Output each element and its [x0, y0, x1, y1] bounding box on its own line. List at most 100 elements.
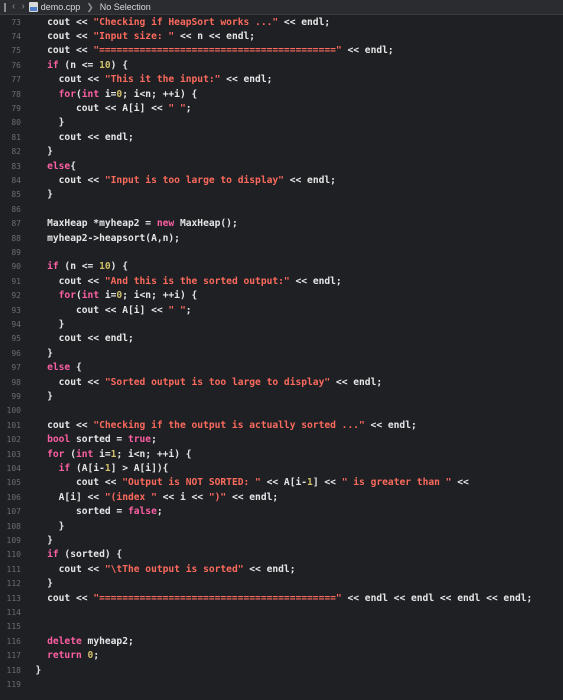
code-line[interactable]: 96 } [0, 346, 563, 360]
code-line[interactable]: 81 cout << endl; [0, 130, 563, 144]
code-text[interactable]: if (sorted) { [24, 549, 122, 560]
code-text[interactable]: cout << "This it the input:" << endl; [24, 74, 273, 85]
breadcrumb[interactable]: demo.cpp ❯ No Selection [28, 2, 151, 13]
code-line[interactable]: 98 cout << "Sorted output is too large t… [0, 375, 563, 389]
code-text[interactable]: cout << "Output is NOT SORTED: " << A[i-… [24, 477, 469, 488]
code-line[interactable]: 97 else { [0, 361, 563, 375]
code-line[interactable]: 88 myheap2->heapsort(A,n); [0, 231, 563, 245]
code-text[interactable]: cout << "Sorted output is too large to d… [24, 377, 382, 388]
related-items-icon[interactable] [4, 2, 6, 12]
code-line[interactable]: 105 cout << "Output is NOT SORTED: " << … [0, 476, 563, 490]
code-line[interactable]: 75 cout << "============================… [0, 44, 563, 58]
code-line[interactable]: 92 for(int i=0; i<n; ++i) { [0, 289, 563, 303]
code-line[interactable]: 79 cout << A[i] << " "; [0, 101, 563, 115]
code-line[interactable]: 82 } [0, 145, 563, 159]
code-line[interactable]: 85 } [0, 188, 563, 202]
code-text[interactable]: A[i] << "(index " << i << ")" << endl; [24, 492, 279, 503]
code-line[interactable]: 119 [0, 677, 563, 691]
code-line[interactable]: 118 } [0, 663, 563, 677]
code-line[interactable]: 89 [0, 245, 563, 259]
code-text[interactable]: sorted = false; [24, 506, 163, 517]
code-text[interactable]: for(int i=0; i<n; ++i) { [24, 89, 198, 100]
code-text[interactable]: cout << endl; [24, 333, 134, 344]
code-text[interactable]: cout << "===============================… [24, 593, 532, 604]
code-line[interactable]: 73 cout << "Checking if HeapSort works .… [0, 15, 563, 29]
code-line[interactable]: 110 if (sorted) { [0, 548, 563, 562]
line-number: 92 [11, 291, 21, 301]
code-editor[interactable]: 73 cout << "Checking if HeapSort works .… [0, 15, 563, 700]
code-text[interactable]: cout << "\tThe output is sorted" << endl… [24, 564, 296, 575]
code-text[interactable]: cout << "Input size: " << n << endl; [24, 31, 255, 42]
code-line[interactable]: 84 cout << "Input is too large to displa… [0, 173, 563, 187]
back-chevron-icon[interactable]: ‹ [12, 2, 15, 12]
code-line[interactable]: 86 [0, 202, 563, 216]
code-text[interactable]: MaxHeap *myheap2 = new MaxHeap(); [24, 218, 238, 229]
code-line[interactable]: 80 } [0, 116, 563, 130]
code-line[interactable]: 74 cout << "Input size: " << n << endl; [0, 29, 563, 43]
breadcrumb-filename[interactable]: demo.cpp [41, 2, 81, 12]
code-line[interactable]: 93 cout << A[i] << " "; [0, 303, 563, 317]
code-text[interactable]: } [24, 665, 42, 676]
code-line[interactable]: 114 [0, 605, 563, 619]
code-text[interactable]: for (int i=1; i<n; ++i) { [24, 449, 191, 460]
code-line[interactable]: 100 [0, 404, 563, 418]
code-line[interactable]: 107 sorted = false; [0, 505, 563, 519]
code-text[interactable]: else{ [24, 161, 76, 172]
code-text[interactable]: } [24, 319, 65, 330]
code-text[interactable]: else { [24, 362, 82, 373]
code-text[interactable]: cout << "Input is too large to display" … [24, 175, 336, 186]
code-text[interactable]: cout << A[i] << " "; [24, 103, 192, 114]
code-text[interactable]: } [24, 535, 53, 546]
code-token: "And this is the sorted output:" [104, 275, 290, 287]
code-text[interactable]: cout << "Checking if the output is actua… [24, 420, 417, 431]
code-line[interactable]: 116 delete myheap2; [0, 634, 563, 648]
code-line[interactable]: 111 cout << "\tThe output is sorted" << … [0, 562, 563, 576]
code-text[interactable]: } [24, 521, 65, 532]
code-line[interactable]: 90 if (n <= 10) { [0, 260, 563, 274]
code-line[interactable]: 103 for (int i=1; i<n; ++i) { [0, 447, 563, 461]
code-line[interactable]: 95 cout << endl; [0, 332, 563, 346]
code-text[interactable]: cout << "Checking if HeapSort works ..."… [24, 17, 330, 28]
code-text[interactable]: myheap2->heapsort(A,n); [24, 233, 180, 244]
code-line[interactable]: 106 A[i] << "(index " << i << ")" << end… [0, 490, 563, 504]
code-line[interactable]: 117 return 0; [0, 649, 563, 663]
code-line[interactable]: 99 } [0, 389, 563, 403]
code-line[interactable]: 104 if (A[i-1] > A[i]){ [0, 461, 563, 475]
code-line[interactable]: 115 [0, 620, 563, 634]
code-line[interactable]: 102 bool sorted = true; [0, 433, 563, 447]
code-text[interactable]: if (n <= 10) { [24, 60, 128, 71]
breadcrumb-selection[interactable]: No Selection [100, 2, 151, 12]
code-text[interactable]: for(int i=0; i<n; ++i) { [24, 290, 198, 301]
code-line[interactable]: 101 cout << "Checking if the output is a… [0, 418, 563, 432]
code-text[interactable]: bool sorted = true; [24, 434, 157, 445]
code-text[interactable]: } [24, 348, 53, 359]
code-text[interactable]: } [24, 391, 53, 402]
code-text[interactable]: if (A[i-1] > A[i]){ [24, 463, 169, 474]
code-line[interactable]: 87 MaxHeap *myheap2 = new MaxHeap(); [0, 217, 563, 231]
code-text[interactable]: cout << "And this is the sorted output:"… [24, 276, 342, 287]
code-line[interactable]: 77 cout << "This it the input:" << endl; [0, 73, 563, 87]
code-text[interactable]: } [24, 146, 53, 157]
code-text[interactable]: cout << A[i] << " "; [24, 305, 192, 316]
forward-chevron-icon[interactable]: › [21, 2, 24, 12]
code-text[interactable]: return 0; [24, 650, 99, 661]
code-token: else [24, 160, 71, 172]
code-line[interactable]: 113 cout << "===========================… [0, 591, 563, 605]
code-text[interactable]: if (n <= 10) { [24, 261, 128, 272]
code-text[interactable]: } [24, 189, 53, 200]
code-text[interactable]: } [24, 578, 53, 589]
code-line[interactable]: 76 if (n <= 10) { [0, 58, 563, 72]
code-line[interactable]: 91 cout << "And this is the sorted outpu… [0, 274, 563, 288]
code-text[interactable]: cout << "===============================… [24, 45, 394, 56]
code-line[interactable]: 108 } [0, 519, 563, 533]
code-line[interactable]: 83 else{ [0, 159, 563, 173]
code-text[interactable]: delete myheap2; [24, 636, 134, 647]
code-text[interactable]: } [24, 117, 65, 128]
code-line[interactable]: 112 } [0, 577, 563, 591]
code-line[interactable]: 94 } [0, 317, 563, 331]
code-token: ; [185, 304, 192, 316]
line-number: 82 [11, 147, 21, 157]
code-line[interactable]: 78 for(int i=0; i<n; ++i) { [0, 87, 563, 101]
code-text[interactable]: cout << endl; [24, 132, 134, 143]
code-line[interactable]: 109 } [0, 533, 563, 547]
